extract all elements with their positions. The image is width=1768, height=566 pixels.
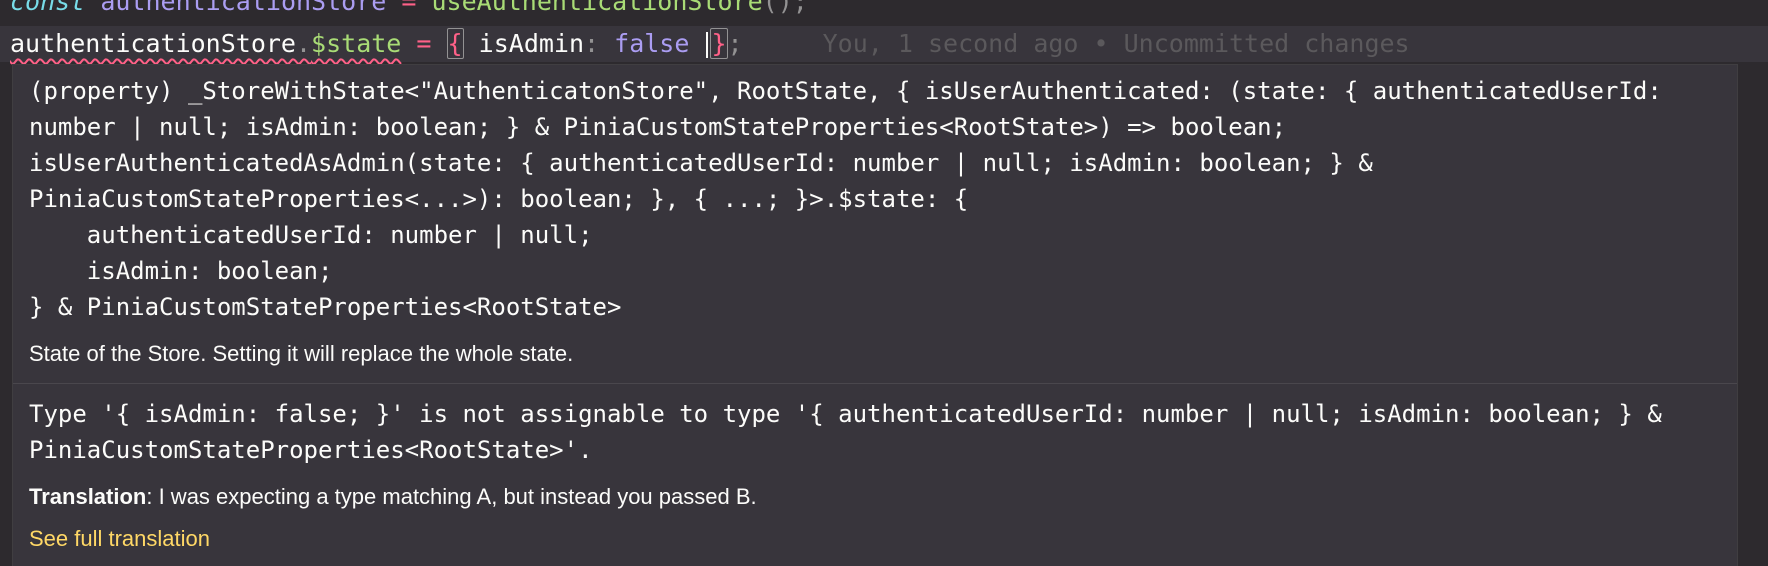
- keyword-const: const: [10, 0, 86, 16]
- translation-text: : I was expecting a type matching A, but…: [146, 484, 757, 509]
- open-brace: {: [446, 28, 464, 59]
- type-signature: (property) _StoreWithState<"Authenticato…: [29, 77, 1662, 321]
- variable-name: authenticationStore: [100, 0, 387, 16]
- error-message: Type '{ isAdmin: false; }' is not assign…: [29, 400, 1677, 464]
- code-line-1[interactable]: const authenticationStore = useAuthentic…: [0, 0, 808, 20]
- assign-operator: =: [401, 0, 417, 16]
- error-squiggle-expression[interactable]: authenticationStore.$state: [10, 29, 401, 58]
- code-line-2[interactable]: authenticationStore.$state = { isAdmin: …: [0, 26, 1768, 62]
- git-blame-annotation: You, 1 second ago • Uncommitted changes: [822, 29, 1410, 58]
- assign-operator: =: [416, 29, 432, 58]
- hover-tooltip[interactable]: (property) _StoreWithState<"Authenticato…: [12, 64, 1738, 566]
- boolean-value: false: [614, 29, 690, 58]
- see-full-translation-link[interactable]: See full translation: [13, 512, 1737, 552]
- doc-comment: State of the Store. Setting it will repl…: [29, 341, 574, 366]
- translation-label: Translation: [29, 484, 147, 509]
- object-name: authenticationStore: [10, 29, 296, 58]
- semicolon: ;: [727, 29, 743, 58]
- scrollbar-area: [1738, 64, 1768, 566]
- member-dot: .: [295, 29, 312, 58]
- colon: :: [584, 29, 600, 58]
- call-parens: ();: [762, 0, 808, 16]
- close-brace: }: [710, 28, 728, 59]
- text-cursor: [706, 32, 709, 58]
- object-key: isAdmin: [478, 29, 585, 58]
- function-call: useAuthenticationStore: [431, 0, 763, 16]
- translation-line: Translation: I was expecting a type matc…: [13, 468, 1737, 512]
- state-property: $state: [311, 29, 402, 58]
